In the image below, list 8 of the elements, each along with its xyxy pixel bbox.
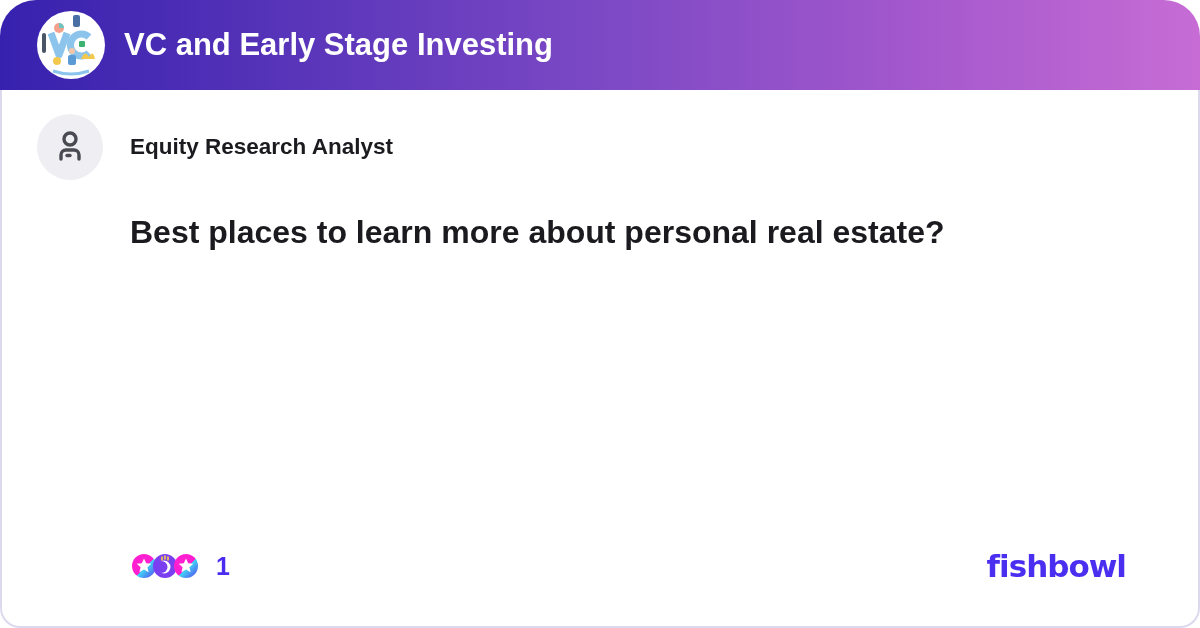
post-question: Best places to learn more about personal real estate? bbox=[130, 214, 946, 251]
author-name: Equity Research Analyst bbox=[130, 134, 393, 160]
user-avatar-icon bbox=[37, 114, 103, 180]
brand-logo: fishbowl bbox=[986, 548, 1126, 584]
group-title: VC and Early Stage Investing bbox=[124, 27, 553, 63]
ring-icon[interactable] bbox=[153, 554, 177, 578]
group-logo-image bbox=[37, 11, 105, 79]
reaction-count: 1 bbox=[216, 551, 230, 581]
